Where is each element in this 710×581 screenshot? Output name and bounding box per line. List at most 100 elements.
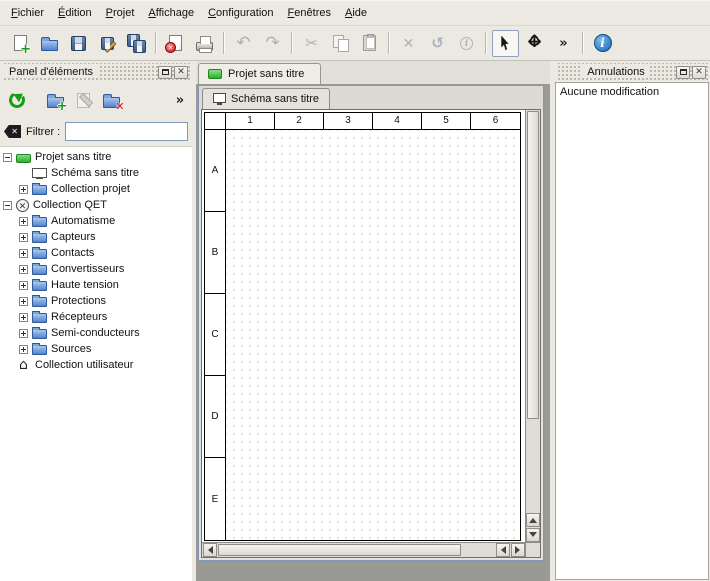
menu-configuration[interactable]: Configuration — [201, 3, 280, 23]
project-tab-label: Projet sans titre — [228, 68, 304, 80]
new-element-button[interactable] — [41, 86, 69, 114]
menu-aide[interactable]: Aide — [338, 3, 374, 23]
diagram-sheet[interactable]: 1 2 3 4 5 6 A B — [204, 112, 521, 541]
vertical-scroll-track[interactable] — [527, 111, 539, 511]
tree-item-convertisseurs[interactable]: Convertisseurs — [0, 261, 192, 277]
copy-button[interactable] — [327, 30, 354, 57]
horizontal-scroll-track[interactable] — [218, 544, 494, 556]
floppy-icon — [101, 37, 114, 50]
sheet-corner — [205, 113, 226, 129]
chevron-right-icon: » — [176, 94, 184, 107]
expand-icon[interactable] — [19, 265, 28, 274]
diagram-tab-label: Schéma sans titre — [231, 93, 319, 105]
rotate-button[interactable] — [424, 30, 451, 57]
annulations-titlebar[interactable]: Annulations — [556, 63, 708, 81]
delete-button[interactable] — [395, 30, 422, 57]
tree-item-collection-qet[interactable]: Collection QET — [0, 197, 192, 213]
dock-close-button[interactable] — [692, 66, 706, 79]
cut-button[interactable] — [298, 30, 325, 57]
elements-panel-dock: Panel d'éléments » Filtrer : Projet sans… — [0, 61, 192, 581]
menu-fenetres[interactable]: Fenêtres — [281, 3, 338, 23]
tree-item-contacts[interactable]: Contacts — [0, 245, 192, 261]
edit-element-button[interactable] — [69, 86, 97, 114]
tree-item-capteurs[interactable]: Capteurs — [0, 229, 192, 245]
undo-history-list[interactable]: Aucune modification — [555, 82, 709, 580]
vertical-scrollbar[interactable] — [525, 110, 540, 542]
tree-item-projet-sans-titre[interactable]: Projet sans titre — [0, 149, 192, 165]
folder-icon — [103, 97, 120, 108]
tree-item-schema-sans-titre[interactable]: Schéma sans titre — [0, 165, 192, 181]
tree-item-protections[interactable]: Protections — [0, 293, 192, 309]
dock-float-button[interactable] — [158, 66, 172, 79]
reload-collections-button[interactable] — [3, 86, 31, 114]
row-header: C — [205, 294, 225, 376]
scroll-right-button[interactable] — [511, 543, 525, 557]
diagram-icon — [32, 168, 47, 178]
vertical-scroll-thumb[interactable] — [527, 111, 539, 419]
scroll-left-button[interactable] — [496, 543, 510, 557]
expand-icon[interactable] — [19, 249, 28, 258]
collapse-icon[interactable] — [3, 201, 12, 210]
expand-icon[interactable] — [19, 345, 28, 354]
tree-item-collection-projet[interactable]: Collection projet — [0, 181, 192, 197]
save-button[interactable] — [65, 30, 92, 57]
open-project-button[interactable] — [36, 30, 63, 57]
dock-float-button[interactable] — [676, 66, 690, 79]
folder-icon — [32, 249, 47, 259]
tree-item-sources[interactable]: Sources — [0, 341, 192, 357]
tree-item-recepteurs[interactable]: Récepteurs — [0, 309, 192, 325]
floppy-icon — [71, 36, 86, 51]
expand-icon[interactable] — [19, 297, 28, 306]
close-file-button[interactable] — [162, 30, 189, 57]
menu-fichier[interactable]: Fichier — [4, 3, 51, 23]
undo-button[interactable] — [230, 30, 257, 57]
expand-icon[interactable] — [19, 313, 28, 322]
menu-projet[interactable]: Projet — [99, 3, 142, 23]
expand-icon[interactable] — [19, 281, 28, 290]
clipboard-icon — [363, 35, 376, 51]
elements-panel-titlebar[interactable]: Panel d'éléments — [2, 63, 190, 81]
collapse-icon[interactable] — [3, 153, 12, 162]
diagram-grid-canvas[interactable] — [226, 130, 520, 540]
selection-mode-button[interactable] — [492, 30, 519, 57]
save-all-button[interactable] — [123, 30, 150, 57]
clear-filter-icon[interactable] — [4, 125, 21, 138]
tab-schema-sans-titre[interactable]: Schéma sans titre — [202, 88, 330, 109]
menu-edition[interactable]: Édition — [51, 3, 99, 23]
tree-item-collection-utilisateur[interactable]: Collection utilisateur — [0, 357, 192, 373]
panel-overflow-button[interactable]: » — [171, 86, 189, 114]
close-file-icon — [169, 35, 182, 51]
tree-item-semi-conducteurs[interactable]: Semi-conducteurs — [0, 325, 192, 341]
column-header: 4 — [373, 113, 422, 129]
horizontal-scroll-thumb[interactable] — [218, 544, 461, 556]
print-button[interactable] — [191, 30, 218, 57]
pan-mode-button[interactable] — [521, 30, 548, 57]
save-as-button[interactable] — [94, 30, 121, 57]
new-project-button[interactable] — [7, 30, 34, 57]
filter-input[interactable] — [65, 122, 188, 141]
horizontal-scrollbar[interactable] — [202, 542, 525, 557]
tab-projet-sans-titre[interactable]: Projet sans titre — [198, 63, 321, 84]
tree-item-haute-tension[interactable]: Haute tension — [0, 277, 192, 293]
expand-icon[interactable] — [19, 217, 28, 226]
element-info-button[interactable] — [453, 30, 480, 57]
undo-icon — [236, 35, 250, 52]
expand-icon[interactable] — [19, 185, 28, 194]
redo-button[interactable] — [259, 30, 286, 57]
scroll-down-button[interactable] — [526, 528, 540, 542]
scroll-left-button[interactable] — [203, 543, 217, 557]
toolbar-separator — [582, 32, 584, 54]
delete-element-button[interactable] — [97, 86, 125, 114]
toolbar-overflow-button[interactable]: » — [550, 30, 577, 57]
new-project-icon — [14, 35, 27, 51]
expand-icon[interactable] — [19, 233, 28, 242]
expand-icon[interactable] — [19, 329, 28, 338]
menu-affichage[interactable]: Affichage — [141, 3, 201, 23]
folder-icon — [32, 329, 47, 339]
paste-button[interactable] — [356, 30, 383, 57]
dock-close-button[interactable] — [174, 66, 188, 79]
project-icon — [16, 154, 31, 163]
scroll-up-button[interactable] — [526, 513, 540, 527]
tree-item-automatisme[interactable]: Automatisme — [0, 213, 192, 229]
about-qet-button[interactable] — [589, 30, 616, 57]
